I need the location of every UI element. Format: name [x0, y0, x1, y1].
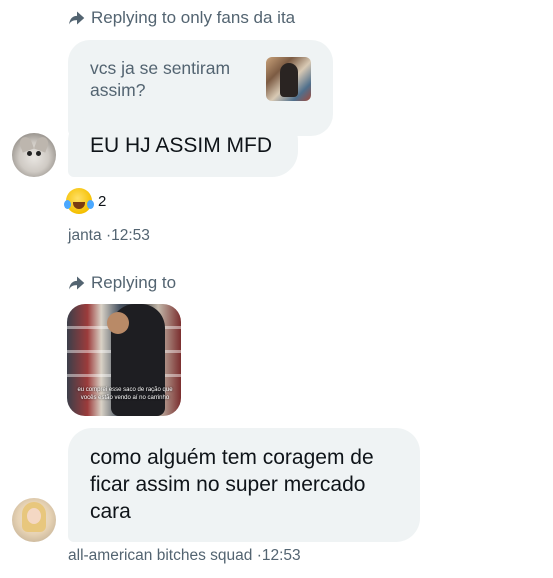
tears-of-joy-icon [64, 188, 94, 214]
reply-label: Replying to only fans da ita [91, 8, 296, 27]
message-meta: janta ·12:53 [68, 227, 150, 245]
reply-context-2[interactable]: Replying to [68, 272, 176, 294]
sender-name: all-american bitches squad [68, 547, 253, 564]
message-bubble[interactable]: EU HJ ASSIM MFD [68, 115, 298, 177]
reaction-count: 2 [98, 192, 107, 210]
timestamp: 12:53 [261, 547, 301, 564]
quoted-thumbnail[interactable] [266, 57, 311, 101]
reply-arrow-icon [69, 11, 85, 25]
reply-arrow-icon [69, 276, 85, 290]
message-text: EU HJ ASSIM MFD [90, 134, 273, 157]
message-text: como alguém tem coragem de ficar assim n… [90, 446, 374, 523]
quoted-text: vcs ja se sentiram assim? [90, 58, 231, 100]
quoted-image[interactable]: eu comprei esse saco de ração que vocês … [67, 304, 181, 416]
message-bubble[interactable]: como alguém tem coragem de ficar assim n… [68, 428, 420, 542]
reaction-badge[interactable]: 2 [64, 188, 107, 214]
sender-name: janta [68, 227, 102, 244]
avatar[interactable] [12, 133, 56, 177]
image-caption: eu comprei esse saco de ração que vocês … [77, 387, 173, 401]
avatar[interactable] [12, 498, 56, 542]
message-meta: all-american bitches squad ·12:53 [68, 547, 301, 565]
reply-label: Replying to [91, 273, 177, 292]
reply-context-1[interactable]: Replying to only fans da ita [68, 7, 295, 29]
timestamp: 12:53 [111, 227, 150, 244]
